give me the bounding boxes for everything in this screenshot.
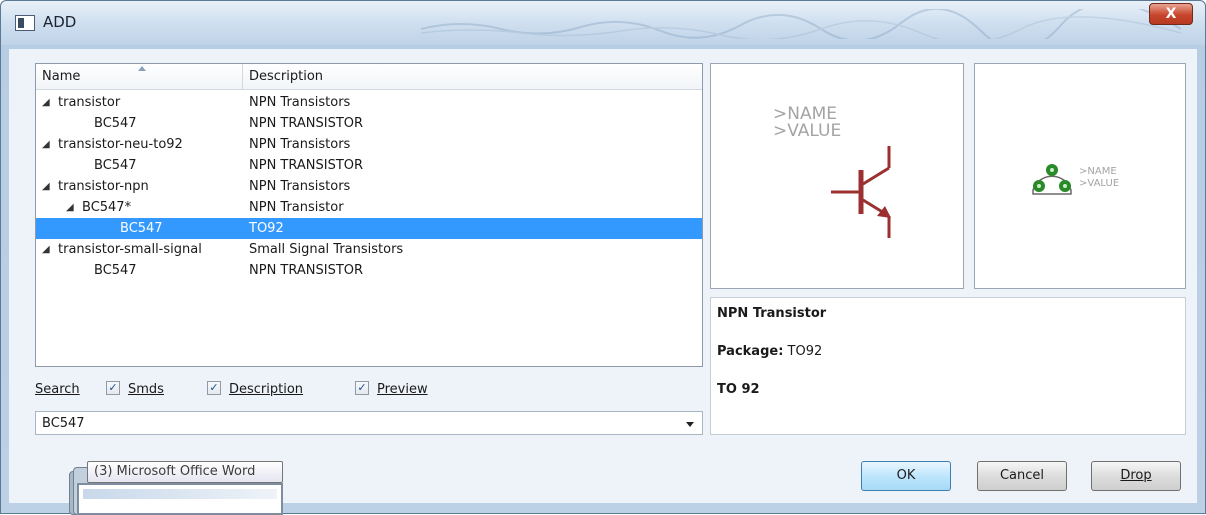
tree-row-description: NPN TRANSISTOR — [249, 158, 364, 173]
tree-row[interactable]: ◢ transistor-neu-to92 NPN Transistors — [36, 134, 702, 155]
tree-row[interactable]: BC547 NPN TRANSISTOR — [36, 260, 702, 281]
tree-row[interactable]: ◢ BC547* NPN Transistor — [36, 197, 702, 218]
part-description-title: NPN Transistor — [717, 306, 827, 321]
cancel-button[interactable]: Cancel — [977, 461, 1067, 491]
tree-row-name: transistor-npn — [58, 179, 149, 194]
search-label: Search — [35, 382, 80, 397]
close-button[interactable]: X — [1149, 3, 1193, 25]
package-description: TO 92 — [717, 382, 760, 397]
part-info-panel: NPN Transistor Package: TO92 TO 92 — [710, 297, 1186, 435]
word-window-thumbnail[interactable] — [77, 483, 283, 515]
tree-row-name: BC547 — [120, 221, 163, 236]
to92-package-footprint — [1032, 164, 1072, 195]
tree-row-name: BC547 — [94, 116, 137, 131]
symbol-preview: >NAME >VALUE — [710, 63, 964, 289]
preview-label[interactable]: Preview — [377, 382, 428, 397]
dialog-body: Name Description ◢ transistor NPN Transist… — [9, 49, 1197, 503]
drop-button[interactable]: Drop — [1091, 461, 1181, 491]
tree-row[interactable]: ◢ transistor-npn NPN Transistors — [36, 176, 702, 197]
tree-row-name: BC547 — [94, 158, 137, 173]
smds-label[interactable]: Smds — [128, 382, 164, 397]
expand-collapse-icon[interactable]: ◢ — [42, 92, 50, 113]
package-label: Package: — [717, 344, 784, 359]
tree-row-description: NPN Transistors — [249, 95, 351, 110]
title-bar-decoration — [421, 9, 1181, 39]
column-header-description[interactable]: Description — [249, 69, 323, 84]
tree-row-name: BC547 — [94, 263, 137, 278]
window-title: ADD — [43, 13, 77, 31]
transistor-symbol — [831, 146, 891, 238]
parts-tree-list[interactable]: Name Description ◢ transistor NPN Transist… — [35, 63, 703, 367]
search-label-text: Search — [35, 382, 80, 397]
expand-collapse-icon[interactable]: ◢ — [42, 239, 50, 260]
sort-ascending-icon — [138, 66, 146, 71]
package-preview: >NAME >VALUE — [974, 63, 1186, 289]
tree-row-name: transistor-neu-to92 — [58, 137, 183, 152]
search-combobox[interactable]: BC547 — [35, 411, 703, 435]
tree-row-description: NPN TRANSISTOR — [249, 263, 364, 278]
symbol-name-value-text: >NAME >VALUE — [773, 104, 842, 141]
add-dialog: ADD X Name Description ◢ transistor NPN Tr… — [0, 0, 1206, 515]
description-checkbox[interactable]: ✓ — [207, 381, 221, 395]
tree-row-name: BC547* — [82, 200, 132, 215]
tree-row-description: Small Signal Transistors — [249, 242, 404, 257]
tree-row[interactable]: BC547 NPN TRANSISTOR — [36, 113, 702, 134]
ok-button[interactable]: OK — [861, 461, 951, 491]
tree-row[interactable]: BC547 TO92 — [36, 218, 702, 239]
search-value[interactable]: BC547 — [42, 416, 85, 431]
tree-row-name: transistor — [58, 95, 121, 110]
expand-collapse-icon[interactable]: ◢ — [42, 176, 50, 197]
preview-label-text: Preview — [377, 382, 428, 397]
smds-label-text: Smds — [128, 382, 164, 397]
tree-row-description: NPN Transistors — [249, 137, 351, 152]
tree-row-description: NPN Transistors — [249, 179, 351, 194]
expand-collapse-icon[interactable]: ◢ — [66, 197, 74, 218]
expand-collapse-icon[interactable]: ◢ — [42, 134, 50, 155]
preview-checkbox[interactable]: ✓ — [355, 381, 369, 395]
tree-row-name: transistor-small-signal — [58, 242, 202, 257]
tree-row[interactable]: ◢ transistor NPN Transistors — [36, 92, 702, 113]
column-header-name[interactable]: Name — [42, 69, 80, 84]
column-divider[interactable] — [242, 64, 243, 90]
tree-row-description: NPN TRANSISTOR — [249, 116, 364, 131]
dropdown-arrow-icon[interactable] — [686, 422, 694, 427]
drop-button-label: Drop — [1120, 468, 1152, 483]
window-icon — [15, 15, 35, 31]
thumbnail-content — [83, 489, 277, 499]
description-label-text: Description — [229, 382, 304, 397]
smds-checkbox[interactable]: ✓ — [106, 381, 120, 395]
title-bar[interactable]: ADD X — [1, 1, 1205, 45]
taskbar-tooltip: (3) Microsoft Office Word — [87, 461, 283, 483]
tree-row-description: NPN Transistor — [249, 200, 344, 215]
tree-header: Name Description — [36, 64, 702, 90]
tree-row[interactable]: ◢ transistor-small-signal Small Signal Tra… — [36, 239, 702, 260]
package-name-value-text: >NAME >VALUE — [1079, 166, 1120, 189]
tree-row[interactable]: BC547 NPN TRANSISTOR — [36, 155, 702, 176]
package-line: Package: TO92 — [717, 344, 822, 359]
package-value: TO92 — [787, 344, 823, 359]
tree-row-description: TO92 — [249, 221, 284, 236]
description-label[interactable]: Description — [229, 382, 303, 397]
